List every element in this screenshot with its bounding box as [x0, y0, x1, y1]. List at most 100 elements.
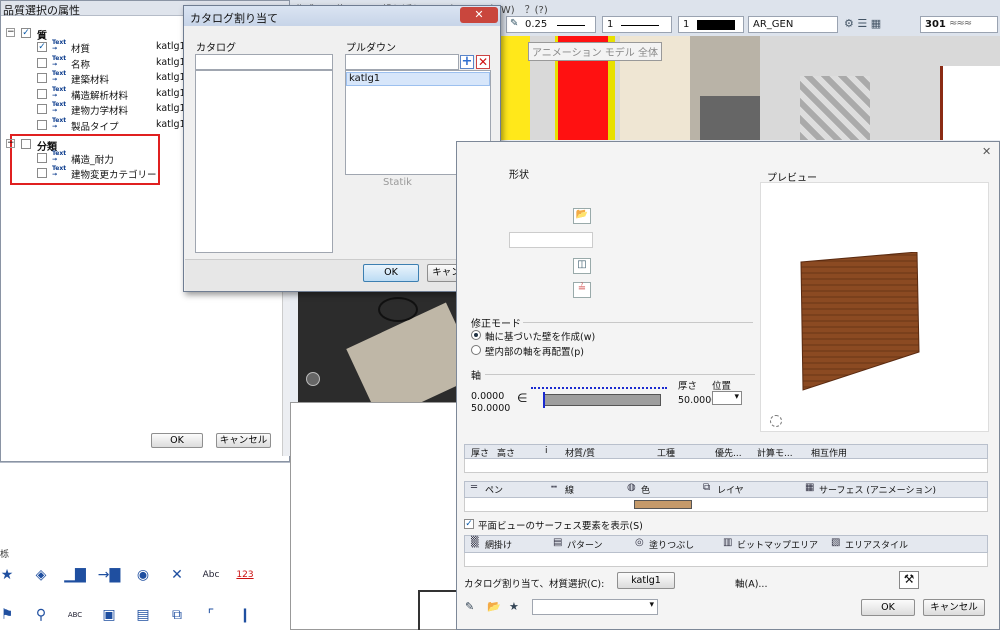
table-header-cell[interactable]: 厚さ: [471, 446, 489, 459]
symbol-icon[interactable]: ★: [0, 566, 16, 584]
catalog-item[interactable]: Statik: [383, 177, 412, 188]
area-style-icon: ▧: [831, 537, 841, 548]
pipette-icon[interactable]: ✎: [465, 600, 474, 613]
table-header-cell[interactable]: パターン: [567, 538, 603, 551]
add-icon[interactable]: +: [460, 55, 474, 69]
row-checkbox[interactable]: [37, 57, 47, 68]
plan-line: [418, 590, 458, 630]
eye-line-icon[interactable]: ◉: [134, 566, 152, 584]
surface-checkbox[interactable]: [464, 519, 474, 529]
corner-icon[interactable]: ⌜: [202, 606, 220, 624]
table-header-cell[interactable]: 相互作用: [811, 446, 847, 459]
window-arrow-icon[interactable]: ▣: [100, 606, 118, 624]
panel-cancel-button[interactable]: キャンセル: [216, 433, 271, 448]
row-checkbox[interactable]: [37, 104, 47, 114]
mirror-icon[interactable]: ◫: [573, 258, 591, 274]
row-value: katlg1: [156, 118, 186, 130]
abc-icon[interactable]: Abc: [202, 566, 220, 584]
favorites-dropdown[interactable]: ▾: [532, 599, 658, 615]
wall-edit-icon[interactable]: ≟: [573, 282, 591, 298]
color-icon: ◍: [627, 482, 636, 493]
text-attribute-icon: Text →: [52, 150, 67, 163]
mode-radio-reposition[interactable]: [471, 345, 481, 355]
open-icon[interactable]: 📂: [573, 208, 591, 224]
mode-radio-axis[interactable]: [471, 330, 481, 340]
class-checkbox[interactable]: [21, 139, 31, 149]
collapse-quality-icon[interactable]: −: [6, 28, 15, 37]
viewport-dark[interactable]: [298, 292, 463, 402]
table-header-cell[interactable]: エリアスタイル: [845, 538, 908, 551]
table-header-cell[interactable]: サーフェス (アニメーション): [819, 483, 936, 496]
layer-tools-icon[interactable]: ⚙ ☰ ▦: [844, 17, 904, 33]
table-header-cell[interactable]: ビットマップエリア: [737, 538, 818, 551]
axis-value-1: 0.0000: [471, 391, 505, 402]
rotate-view-icon[interactable]: [770, 415, 782, 427]
pen-select[interactable]: 0.25 ✎: [506, 16, 596, 33]
panel-ok-button[interactable]: OK: [151, 433, 203, 448]
collapse-class-icon[interactable]: −: [6, 139, 15, 148]
catalog-list[interactable]: [195, 70, 333, 253]
catalog-ok-button[interactable]: OK: [363, 264, 419, 282]
row-checkbox[interactable]: [37, 73, 47, 83]
position-select[interactable]: ▾: [712, 391, 742, 405]
pen-icon: ═: [471, 482, 478, 493]
table-header-cell[interactable]: ペン: [485, 483, 503, 496]
attr-table-row[interactable]: [464, 498, 988, 512]
bar-up-icon[interactable]: ▁▇: [64, 566, 86, 584]
class-row-checkbox[interactable]: [37, 168, 47, 178]
quality-section-label: 質: [37, 31, 47, 42]
eraser-icon[interactable]: ◈: [32, 566, 50, 584]
axis-button-label[interactable]: 軸(A)...: [735, 576, 767, 590]
row-checkbox[interactable]: [37, 42, 47, 52]
arrow-bar-icon[interactable]: →▇: [98, 566, 121, 584]
stack-window-icon[interactable]: ⧉: [168, 606, 186, 624]
delete-icon[interactable]: ✕: [476, 55, 490, 69]
table-header-cell[interactable]: 材質/質: [565, 446, 595, 459]
pencil-x-icon[interactable]: ✕: [168, 566, 186, 584]
table-header-cell[interactable]: 線: [565, 483, 574, 496]
row-label: 構造解析材料: [71, 90, 129, 102]
favorite-save-icon[interactable]: ★: [509, 600, 519, 613]
wall-cancel-button[interactable]: キャンセル: [923, 599, 985, 616]
abc-spell-icon[interactable]: ABC: [66, 606, 84, 624]
class-row-checkbox[interactable]: [37, 153, 47, 163]
row-checkbox[interactable]: [37, 88, 47, 99]
quality-checkbox[interactable]: [21, 28, 31, 38]
table-header-cell[interactable]: 色: [641, 483, 650, 496]
row-value: katlg1: [156, 41, 186, 52]
table-header-cell[interactable]: i: [545, 446, 548, 456]
window-pick-icon[interactable]: ▤: [134, 606, 152, 624]
book-icon[interactable]: ❙: [236, 606, 254, 624]
pin-icon[interactable]: ⚑: [0, 606, 16, 624]
table-header-cell[interactable]: レイヤ: [717, 483, 744, 496]
pulldown-input[interactable]: [345, 54, 459, 70]
table-header-cell[interactable]: 高さ: [497, 446, 515, 459]
axis-wall-bar[interactable]: [543, 394, 661, 406]
color-select[interactable]: 1: [678, 16, 744, 33]
catalog-assign-button[interactable]: katlg1: [617, 572, 675, 589]
wall-close-icon[interactable]: ✕: [982, 145, 991, 158]
folder-open-icon[interactable]: 📂: [487, 600, 501, 613]
mode-label: 修正モード: [471, 319, 521, 330]
tools-icon[interactable]: ⚒: [899, 571, 919, 589]
table-header-cell[interactable]: 網掛け: [485, 538, 512, 551]
layer-select[interactable]: AR_GEN: [748, 16, 838, 33]
navigation-icon[interactable]: [306, 372, 320, 386]
wall-ok-button[interactable]: OK: [861, 599, 915, 616]
table-header-cell[interactable]: 工種: [657, 446, 675, 459]
table-header-cell[interactable]: 計算モ...: [757, 446, 793, 459]
shape-name-field[interactable]: [509, 232, 593, 248]
table-header-cell[interactable]: 塗りつぶし: [649, 538, 694, 551]
line-select[interactable]: 1: [602, 16, 672, 33]
magnifier-icon[interactable]: ⚲: [32, 606, 50, 624]
x123-icon[interactable]: 123: [236, 566, 254, 584]
catalog-input[interactable]: [195, 54, 333, 70]
number-select[interactable]: 301 ≈≈≈: [920, 16, 998, 33]
catalog-dialog: カタログ割り当て ✕ カタログ kukat1kukat2kukat3kukat4…: [183, 5, 600, 292]
table-header-cell[interactable]: 優先...: [715, 446, 742, 459]
main-table-row[interactable]: [464, 459, 988, 473]
row-checkbox[interactable]: [37, 119, 47, 130]
fill-table-row[interactable]: [464, 553, 988, 567]
surface-icon: ▦: [805, 482, 815, 493]
close-icon[interactable]: ✕: [460, 7, 498, 23]
